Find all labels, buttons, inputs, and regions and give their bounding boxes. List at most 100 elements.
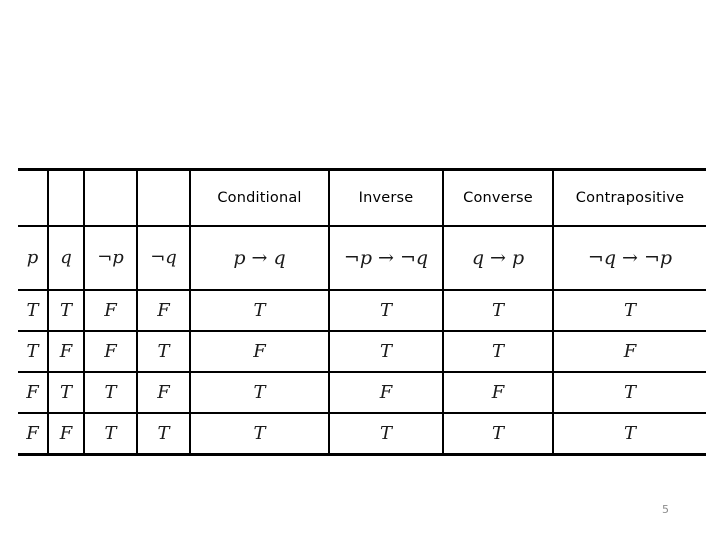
- table-cell: T: [47, 289, 85, 331]
- group-header-cell-p: [18, 168, 49, 226]
- table-cell: T: [552, 412, 706, 456]
- table-cell: F: [83, 330, 138, 372]
- table-cell: T: [47, 371, 85, 413]
- table-cell: T: [136, 412, 191, 456]
- table-formula-header-row: p q ¬p ¬q p → q ¬p → ¬q q → p ¬q → ¬p: [18, 225, 706, 290]
- table-cell: F: [189, 330, 330, 372]
- truth-value: F: [379, 381, 393, 403]
- formula-header-cell-contrapositive: ¬q → ¬p: [552, 225, 706, 290]
- group-header-cell-conditional: Conditional: [189, 168, 330, 226]
- truth-table-container: Conditional Inverse Converse Contraposit…: [18, 168, 706, 456]
- table-cell: T: [18, 289, 49, 331]
- table-cell: F: [83, 289, 138, 331]
- group-header-cell-not-q: [136, 168, 191, 226]
- truth-value: T: [623, 299, 636, 321]
- truth-value: F: [623, 340, 637, 362]
- table-cell: T: [442, 412, 554, 456]
- table-cell: T: [18, 330, 49, 372]
- truth-value: F: [253, 340, 266, 362]
- group-header-cell-inverse: Inverse: [328, 168, 444, 226]
- truth-value: T: [379, 422, 392, 444]
- table-cell: T: [189, 412, 330, 456]
- truth-value: F: [491, 381, 505, 403]
- formula-header-cell-inverse: ¬p → ¬q: [328, 225, 444, 290]
- table-cell: T: [442, 330, 554, 372]
- table-cell: F: [18, 412, 49, 456]
- formula-header-cell-converse: q → p: [442, 225, 554, 290]
- truth-value: T: [59, 381, 72, 403]
- group-header-label-inverse: Inverse: [358, 189, 414, 206]
- truth-value: T: [491, 422, 504, 444]
- table-cell: T: [442, 289, 554, 331]
- truth-value: T: [104, 422, 117, 444]
- truth-value: T: [104, 381, 117, 403]
- formula-converse: q → p: [471, 246, 525, 269]
- truth-value: F: [104, 340, 117, 362]
- formula-inverse: ¬p → ¬q: [343, 246, 429, 269]
- group-header-cell-converse: Converse: [442, 168, 554, 226]
- truth-value: F: [59, 340, 73, 362]
- truth-value: T: [253, 381, 266, 403]
- table-cell: F: [442, 371, 554, 413]
- formula-not-q: ¬q: [150, 247, 177, 268]
- table-row: T F F T F T T F: [18, 330, 706, 372]
- formula-conditional: p → q: [233, 246, 286, 269]
- formula-header-cell-not-q: ¬q: [136, 225, 191, 290]
- truth-value: T: [379, 340, 392, 362]
- table-group-header-row: Conditional Inverse Converse Contraposit…: [18, 168, 706, 226]
- formula-header-cell-p: p: [18, 225, 49, 290]
- table-cell: T: [328, 412, 444, 456]
- formula-header-cell-conditional: p → q: [189, 225, 330, 290]
- table-cell: T: [552, 371, 706, 413]
- table-cell: F: [18, 371, 49, 413]
- table-cell: F: [136, 371, 191, 413]
- truth-value: T: [26, 299, 39, 321]
- truth-value: F: [59, 422, 73, 444]
- formula-header-cell-q: q: [47, 225, 85, 290]
- page-number: 5: [662, 503, 669, 516]
- truth-value: T: [157, 340, 170, 362]
- truth-value: T: [253, 422, 266, 444]
- table-cell: F: [552, 330, 706, 372]
- table-cell: T: [83, 371, 138, 413]
- truth-value: T: [623, 422, 636, 444]
- table-row: F F T T T T T T: [18, 412, 706, 456]
- table-cell: T: [328, 289, 444, 331]
- truth-value: T: [491, 299, 504, 321]
- truth-value: F: [157, 299, 170, 321]
- formula-header-cell-not-p: ¬p: [83, 225, 138, 290]
- formula-q: q: [60, 247, 72, 268]
- truth-value: T: [379, 299, 392, 321]
- table-cell: T: [189, 371, 330, 413]
- group-header-label-conditional: Conditional: [217, 189, 302, 206]
- truth-value: F: [157, 381, 170, 403]
- table-cell: F: [328, 371, 444, 413]
- group-header-cell-not-p: [83, 168, 138, 226]
- table-cell: T: [189, 289, 330, 331]
- truth-value: F: [104, 299, 117, 321]
- truth-value: T: [623, 381, 636, 403]
- truth-value: T: [157, 422, 170, 444]
- group-header-label-converse: Converse: [463, 189, 533, 206]
- formula-not-p: ¬p: [97, 247, 124, 268]
- slide-canvas: Conditional Inverse Converse Contraposit…: [0, 0, 720, 540]
- group-header-cell-q: [47, 168, 85, 226]
- table-cell: T: [328, 330, 444, 372]
- table-row: T T F F T T T T: [18, 289, 706, 331]
- formula-contrapositive: ¬q → ¬p: [587, 246, 673, 269]
- table-cell: F: [47, 330, 85, 372]
- truth-value: F: [26, 381, 39, 403]
- truth-table: Conditional Inverse Converse Contraposit…: [18, 168, 706, 456]
- table-cell: T: [552, 289, 706, 331]
- truth-value: T: [491, 340, 504, 362]
- truth-value: T: [59, 299, 72, 321]
- truth-value: T: [26, 340, 39, 362]
- truth-value: T: [253, 299, 266, 321]
- table-row: F T T F T F F T: [18, 371, 706, 413]
- group-header-label-contrapositive: Contrapositive: [575, 189, 685, 206]
- table-cell: T: [136, 330, 191, 372]
- group-header-cell-contrapositive: Contrapositive: [552, 168, 706, 226]
- truth-value: F: [26, 422, 39, 444]
- formula-p: p: [26, 247, 39, 268]
- table-cell: F: [136, 289, 191, 331]
